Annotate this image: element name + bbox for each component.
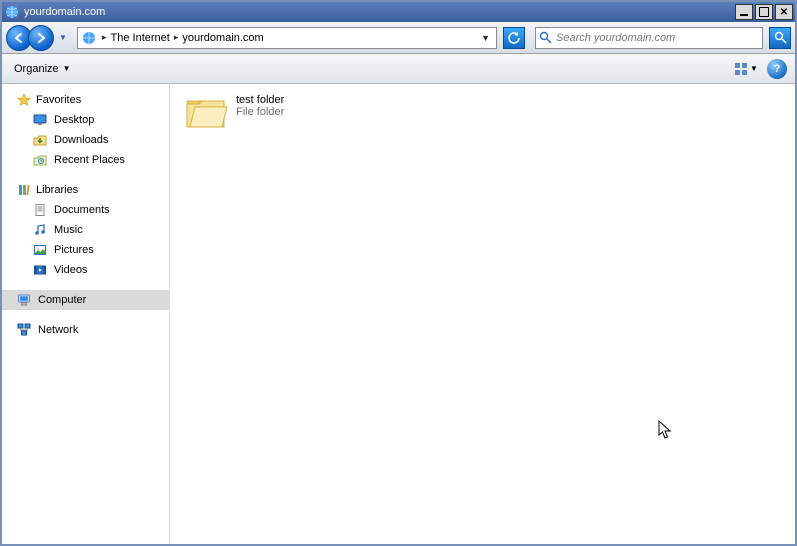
- music-icon: [32, 222, 48, 238]
- sidebar-item-label: Downloads: [54, 134, 108, 146]
- documents-icon: [32, 202, 48, 218]
- titlebar[interactable]: yourdomain.com ✕: [2, 2, 795, 22]
- computer-icon: [16, 292, 32, 308]
- explorer-window: yourdomain.com ✕ ▼ ▸ The Internet ▸ your…: [0, 0, 797, 546]
- sidebar-item-label: Pictures: [54, 244, 94, 256]
- libraries-section: Libraries Documents Music Pictures Video…: [2, 180, 169, 280]
- downloads-icon: [32, 132, 48, 148]
- sidebar-item-computer[interactable]: Computer: [2, 290, 169, 310]
- organize-label: Organize: [14, 63, 59, 75]
- pictures-icon: [32, 242, 48, 258]
- breadcrumb-separator-icon[interactable]: ▸: [172, 32, 181, 43]
- folder-name: test folder: [236, 94, 284, 106]
- folder-item[interactable]: test folder File folder: [184, 94, 284, 132]
- videos-icon: [32, 262, 48, 278]
- favorites-label: Favorites: [36, 94, 81, 106]
- app-icon: [4, 4, 20, 20]
- sidebar-item-desktop[interactable]: Desktop: [2, 110, 169, 130]
- sidebar-item-label: Videos: [54, 264, 87, 276]
- sidebar-item-label: Recent Places: [54, 154, 125, 166]
- location-icon: [80, 29, 98, 47]
- sidebar-item-label: Desktop: [54, 114, 94, 126]
- favorites-star-icon: [16, 92, 32, 108]
- cursor-icon: [658, 420, 672, 440]
- favorites-section: Favorites Desktop Downloads Recent Place…: [2, 90, 169, 170]
- recent-places-icon: [32, 152, 48, 168]
- history-dropdown[interactable]: ▼: [57, 33, 69, 42]
- libraries-icon: [16, 182, 32, 198]
- sidebar-item-music[interactable]: Music: [2, 220, 169, 240]
- organize-menu[interactable]: Organize ▼: [10, 61, 75, 77]
- nav-arrows: [6, 25, 54, 51]
- sidebar-item-network[interactable]: Network: [2, 320, 169, 340]
- navigation-pane: Favorites Desktop Downloads Recent Place…: [2, 84, 170, 544]
- desktop-icon: [32, 112, 48, 128]
- breadcrumb-separator-icon[interactable]: ▸: [100, 32, 109, 43]
- maximize-button[interactable]: [755, 4, 773, 20]
- address-dropdown[interactable]: ▼: [475, 33, 496, 43]
- folder-icon: [184, 94, 228, 132]
- sidebar-item-downloads[interactable]: Downloads: [2, 130, 169, 150]
- breadcrumb-segment[interactable]: The Internet: [109, 32, 172, 44]
- sidebar-item-pictures[interactable]: Pictures: [2, 240, 169, 260]
- libraries-label: Libraries: [36, 184, 78, 196]
- network-icon: [16, 322, 32, 338]
- sidebar-item-videos[interactable]: Videos: [2, 260, 169, 280]
- command-bar: Organize ▼ ▼ ?: [2, 54, 795, 84]
- breadcrumb-segment[interactable]: yourdomain.com: [180, 32, 265, 44]
- address-bar[interactable]: ▸ The Internet ▸ yourdomain.com ▼: [77, 27, 497, 49]
- close-button[interactable]: ✕: [775, 4, 793, 20]
- search-icon: [536, 31, 554, 44]
- sidebar-item-label: Network: [38, 324, 78, 336]
- view-icon: [734, 62, 748, 76]
- sidebar-item-label: Computer: [38, 294, 86, 306]
- sidebar-item-label: Music: [54, 224, 83, 236]
- window-controls: ✕: [735, 4, 793, 20]
- sidebar-item-label: Documents: [54, 204, 110, 216]
- minimize-button[interactable]: [735, 4, 753, 20]
- help-button[interactable]: ?: [767, 59, 787, 79]
- forward-button[interactable]: [28, 25, 54, 51]
- sidebar-item-recent-places[interactable]: Recent Places: [2, 150, 169, 170]
- search-go-button[interactable]: [769, 27, 791, 49]
- folder-item-text: test folder File folder: [236, 94, 284, 118]
- search-box[interactable]: [535, 27, 763, 49]
- sidebar-item-documents[interactable]: Documents: [2, 200, 169, 220]
- chevron-down-icon: ▼: [750, 64, 758, 73]
- folder-type: File folder: [236, 106, 284, 118]
- computer-section: Computer: [2, 290, 169, 310]
- body: Favorites Desktop Downloads Recent Place…: [2, 84, 795, 544]
- search-input[interactable]: [554, 29, 762, 47]
- navigation-bar: ▼ ▸ The Internet ▸ yourdomain.com ▼: [2, 22, 795, 54]
- libraries-header[interactable]: Libraries: [2, 180, 169, 200]
- content-pane[interactable]: test folder File folder: [170, 84, 795, 544]
- favorites-header[interactable]: Favorites: [2, 90, 169, 110]
- refresh-button[interactable]: [503, 27, 525, 49]
- window-title: yourdomain.com: [24, 6, 735, 18]
- network-section: Network: [2, 320, 169, 340]
- chevron-down-icon: ▼: [63, 64, 71, 73]
- view-options-button[interactable]: ▼: [731, 58, 761, 80]
